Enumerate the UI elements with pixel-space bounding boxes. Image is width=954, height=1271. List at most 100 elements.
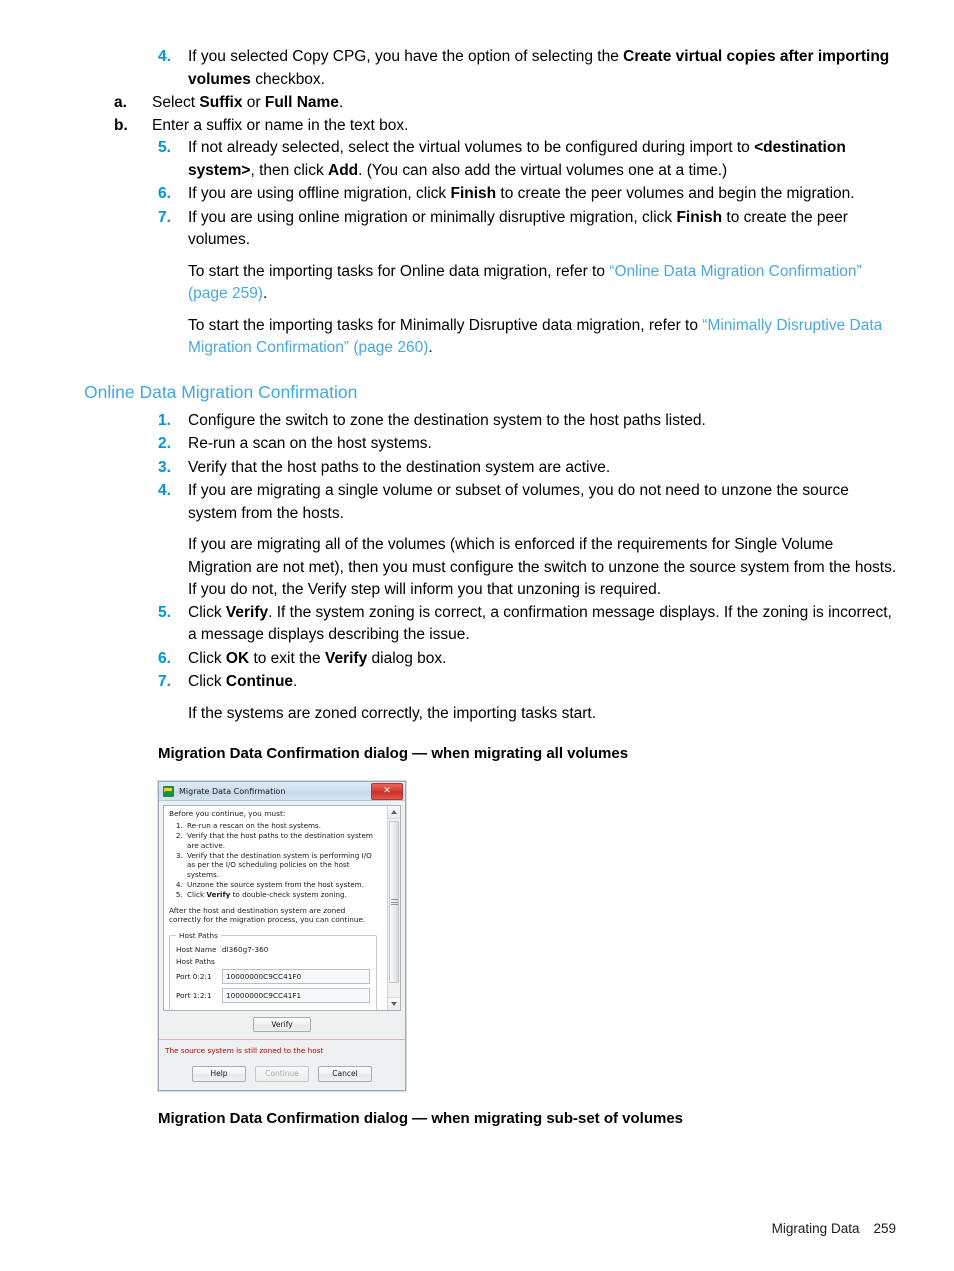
scrollbar-thumb[interactable] bbox=[389, 821, 399, 983]
dialog-step-item: Re-run a rescan on the host systems. bbox=[185, 821, 377, 831]
steps-list-section: 1. Configure the switch to zone the desti… bbox=[84, 410, 898, 526]
list-item: 7. If you are using online migration or m… bbox=[84, 207, 898, 252]
cancel-button[interactable]: Cancel bbox=[318, 1066, 372, 1082]
help-button[interactable]: Help bbox=[192, 1066, 246, 1082]
steps-list-top: 4. If you selected Copy CPG, you have the… bbox=[84, 46, 898, 252]
application-icon bbox=[163, 785, 174, 797]
error-message: The source system is still zoned to the … bbox=[165, 1046, 324, 1056]
footer-chapter: Migrating Data bbox=[771, 1221, 860, 1236]
page-footer: Migrating Data 259 bbox=[772, 1221, 896, 1236]
sub-list: a. Select Suffix or Full Name. b. Enter a s… bbox=[84, 92, 898, 137]
list-item-text: If not already selected, select the virt… bbox=[188, 139, 846, 179]
port-rows: Port 0:2:1 10000000C9CC41F0 Port 1:2:1 1000… bbox=[176, 968, 370, 1003]
verify-button-row: Verify bbox=[163, 1011, 401, 1040]
footer-page-number: 259 bbox=[873, 1221, 896, 1236]
cross-reference-link[interactable]: “Minimally Disruptive Data Migration Con… bbox=[188, 317, 882, 357]
list-item-text: Click OK to exit the Verify dialog box. bbox=[188, 649, 447, 667]
port-label: Port 1:2:1 bbox=[176, 990, 212, 1000]
dialog-button-bar: Help Continue Cancel bbox=[159, 1061, 405, 1090]
list-item: 5. Click Verify. If the system zoning is … bbox=[84, 602, 898, 647]
port-row: Port 1:2:1 10000000C9CC41F1 bbox=[176, 987, 370, 1003]
list-item-text: Click Continue. bbox=[188, 673, 298, 690]
host-paths-panel: Host Paths Host Name dl360g7-360 Host Pa… bbox=[169, 930, 377, 1010]
scroll-down-icon[interactable] bbox=[388, 997, 400, 1010]
sub-list-item-text: Enter a suffix or name in the text box. bbox=[152, 116, 409, 134]
cross-reference-paragraph: To start the importing tasks for Minimal… bbox=[188, 316, 883, 357]
list-item-text: If you selected Copy CPG, you have the o… bbox=[188, 48, 890, 88]
list-item-text: Re-run a scan on the host systems. bbox=[188, 435, 432, 452]
list-item-number: 5. bbox=[158, 139, 171, 156]
dialog-body: Before you continue, you must: Re-run a … bbox=[159, 801, 405, 1040]
sub-list-item-number: a. bbox=[114, 94, 127, 111]
scrollbar-grip-icon bbox=[390, 898, 398, 907]
vertical-scrollbar[interactable] bbox=[387, 806, 400, 1010]
list-item-number: 4. bbox=[158, 48, 171, 65]
steps-list-section-after: 5. Click Verify. If the system zoning is … bbox=[84, 602, 898, 694]
verify-button[interactable]: Verify bbox=[253, 1017, 311, 1033]
list-item: 1. Configure the switch to zone the desti… bbox=[84, 410, 898, 433]
host-name-label: Host Name bbox=[176, 944, 217, 954]
host-name-row: Host Name dl360g7-360 bbox=[176, 945, 370, 954]
cross-reference-paragraphs: To start the importing tasks for Online … bbox=[84, 261, 898, 360]
port-wwn-field[interactable]: 10000000C9CC41F1 bbox=[222, 987, 370, 1003]
interstitial-paragraph: If you are migrating all of the volumes … bbox=[188, 536, 897, 598]
list-item-number: 7. bbox=[158, 673, 171, 690]
dialog-intro-text: Before you continue, you must: bbox=[169, 809, 286, 818]
dialog-step-item: Verify that the destination system is pe… bbox=[185, 851, 377, 880]
sub-list-item: b. Enter a suffix or name in the text box… bbox=[84, 115, 898, 138]
cross-reference-link[interactable]: “Online Data Migration Confirmation” (pa… bbox=[188, 263, 862, 303]
figure-caption-below: Migration Data Confirmation dialog — whe… bbox=[158, 1109, 684, 1127]
close-icon[interactable]: ✕ bbox=[371, 783, 403, 800]
list-item: 6. Click OK to exit the Verify dialog box… bbox=[84, 648, 898, 671]
host-paths-label: Host Paths bbox=[176, 956, 215, 966]
list-item-number: 1. bbox=[158, 411, 171, 429]
list-item-number: 7. bbox=[158, 208, 171, 226]
page-content: 4. If you selected Copy CPG, you have the… bbox=[84, 46, 898, 1129]
dialog-steps-list: Re-run a rescan on the host systems.Veri… bbox=[169, 821, 377, 900]
host-paths-row-label: Host Paths bbox=[176, 957, 370, 966]
list-item-number: 6. bbox=[158, 185, 171, 202]
migrate-data-confirmation-dialog: Migrate Data Confirmation ✕ Before you c… bbox=[158, 781, 406, 1091]
list-item-text: If you are using offline migration, clic… bbox=[188, 185, 855, 202]
section-heading: Online Data Migration Confirmation bbox=[84, 381, 358, 402]
dialog-step-item: Unzone the source system from the host s… bbox=[185, 880, 377, 890]
document-page: 4. If you selected Copy CPG, you have the… bbox=[0, 0, 954, 1271]
continue-button: Continue bbox=[255, 1066, 309, 1082]
list-item: 6. If you are using offline migration, cl… bbox=[84, 183, 898, 206]
closing-note: If the systems are zoned correctly, the … bbox=[188, 704, 597, 722]
dialog-step-item: Verify that the host paths to the destin… bbox=[185, 831, 377, 850]
list-item-text: Verify that the host paths to the destin… bbox=[188, 458, 611, 476]
list-item-text: If you are using online migration or min… bbox=[188, 208, 848, 249]
dialog-after-text: After the host and destination system ar… bbox=[169, 905, 366, 925]
sub-list-item: a. Select Suffix or Full Name. bbox=[84, 92, 898, 115]
list-item: 3. Verify that the host paths to the dest… bbox=[84, 457, 898, 480]
list-item: 5. If not already selected, select the vi… bbox=[84, 137, 898, 182]
list-item-text: Click Verify. If the system zoning is co… bbox=[188, 603, 892, 644]
host-name-value: dl360g7-360 bbox=[222, 944, 269, 954]
list-item: 4. If you are migrating a single volume o… bbox=[84, 480, 898, 525]
sub-list-item-text: Select Suffix or Full Name. bbox=[152, 94, 344, 111]
host-paths-legend: Host Paths bbox=[176, 930, 221, 940]
port-label: Port 0:2:1 bbox=[176, 971, 212, 981]
figure-caption-above: Migration Data Confirmation dialog — whe… bbox=[158, 745, 629, 762]
list-item: 4. If you selected Copy CPG, you have the… bbox=[84, 46, 898, 91]
list-item-text: Configure the switch to zone the destina… bbox=[188, 411, 706, 429]
list-item-number: 6. bbox=[158, 649, 171, 667]
scroll-up-icon[interactable] bbox=[388, 806, 400, 819]
list-item-number: 5. bbox=[158, 603, 171, 621]
dialog-error-bar: The source system is still zoned to the … bbox=[159, 1039, 405, 1062]
port-wwn-field[interactable]: 10000000C9CC41F0 bbox=[222, 968, 370, 984]
sub-list-item-number: b. bbox=[114, 116, 128, 134]
dialog-scroll-pane: Before you continue, you must: Re-run a … bbox=[163, 805, 401, 1011]
list-item: 7. Click Continue. bbox=[84, 671, 898, 694]
dialog-title: Migrate Data Confirmation bbox=[179, 786, 286, 796]
list-item-number: 2. bbox=[158, 435, 171, 452]
cross-reference-paragraph: To start the importing tasks for Online … bbox=[188, 262, 862, 303]
dialog-titlebar: Migrate Data Confirmation ✕ bbox=[159, 782, 405, 801]
list-item-number: 3. bbox=[158, 458, 171, 476]
dialog-step-item: Click Verify to double-check system zoni… bbox=[185, 890, 377, 900]
list-item-text: If you are migrating a single volume or … bbox=[188, 482, 849, 522]
port-row: Port 0:2:1 10000000C9CC41F0 bbox=[176, 968, 370, 984]
list-item-number: 4. bbox=[158, 482, 171, 499]
dialog-scroll-content: Before you continue, you must: Re-run a … bbox=[164, 806, 382, 1010]
